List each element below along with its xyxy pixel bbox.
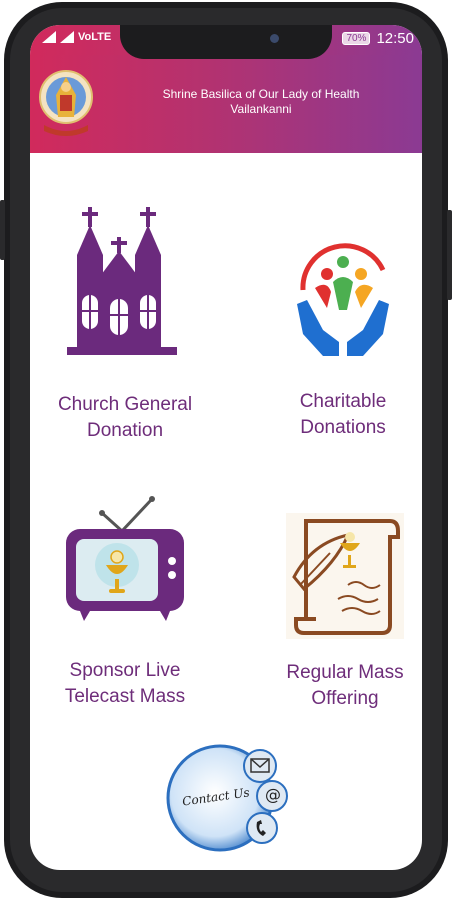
shrine-logo-icon[interactable] (38, 67, 94, 139)
tile-charitable-donations[interactable]: Charitable Donations (258, 230, 422, 441)
title-line-2: Vailankanni (230, 102, 292, 116)
app-header: Shrine Basilica of Our Lady of Health Va… (30, 55, 422, 153)
power-button (447, 210, 452, 300)
volume-button (0, 200, 5, 260)
tile-regular-mass-offering[interactable]: Regular Mass Offering (262, 513, 422, 712)
tile-label: Sponsor Live Telecast Mass (40, 658, 210, 710)
tile-label-line-2: Offering (311, 688, 379, 709)
charity-hands-icon (297, 243, 389, 356)
signal-icon-2 (60, 31, 74, 43)
tile-label-line-2: Telecast Mass (64, 686, 186, 707)
tile-label-line-1: Charitable (299, 391, 387, 412)
phone-notch (120, 25, 332, 59)
title-line-1: Shrine Basilica of Our Lady of Health (162, 87, 360, 101)
at-sign-icon: @ (265, 785, 281, 804)
tile-label: Charitable Donations (258, 389, 422, 441)
church-icon (67, 207, 177, 355)
status-left: VoLTE (42, 31, 111, 43)
tile-church-general-donation[interactable]: Church General Donation (40, 203, 210, 444)
status-right: 70% 12:50 (342, 30, 414, 47)
battery-indicator: 70% (342, 32, 371, 45)
tv-chalice-icon (66, 496, 184, 621)
tile-label: Regular Mass Offering (262, 660, 422, 712)
signal-icon (42, 31, 56, 43)
tile-label: Church General Donation (40, 392, 210, 444)
volte-label: VoLTE (78, 31, 112, 43)
tile-label-line-1: Regular Mass (286, 662, 404, 683)
camera-icon (270, 34, 279, 43)
page-title: Shrine Basilica of Our Lady of Health Va… (106, 87, 416, 117)
tile-label-line-2: Donation (86, 420, 164, 441)
tile-label-line-1: Church General (57, 394, 193, 415)
tile-label-line-2: Donations (300, 417, 386, 438)
scroll-quill-icon (286, 513, 404, 639)
tile-sponsor-live-telecast-mass[interactable]: Sponsor Live Telecast Mass (40, 493, 210, 710)
clock: 12:50 (376, 30, 414, 47)
app-screen: VoLTE 70% 12:50 Shrine Basilica of Our L… (30, 25, 422, 870)
tile-label-line-1: Sponsor Live (69, 660, 181, 681)
contact-us-button[interactable]: @ Contact Us (164, 740, 290, 855)
